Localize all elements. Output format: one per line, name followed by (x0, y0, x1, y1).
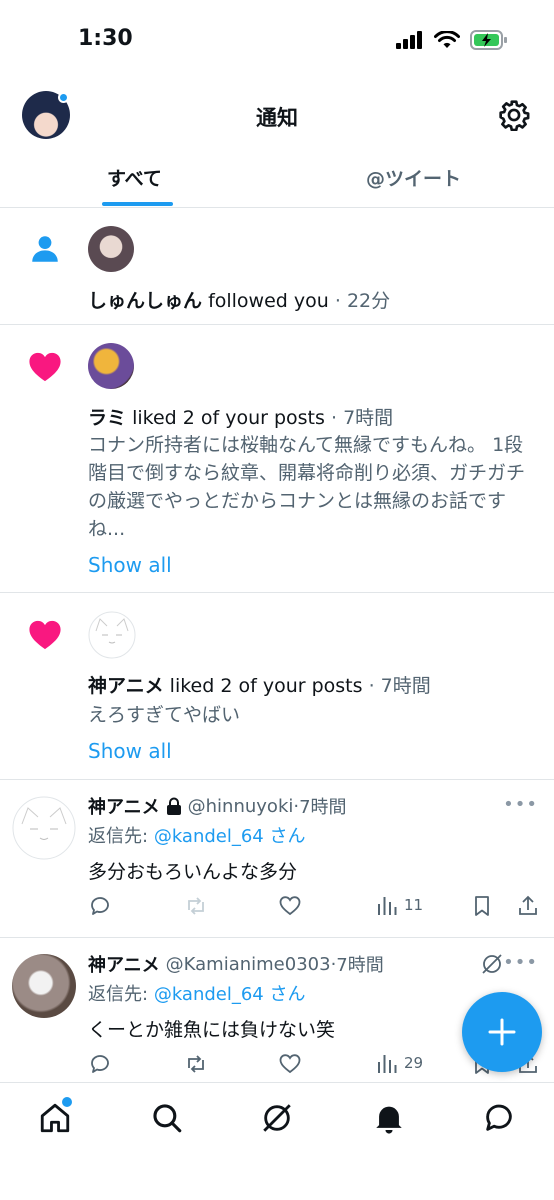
like-button[interactable] (278, 1052, 302, 1076)
heart-icon (29, 620, 61, 650)
separator: · (334, 290, 341, 312)
views-button[interactable]: 11 (376, 894, 423, 916)
timestamp: 7時間 (299, 797, 347, 818)
reply-context: 返信先: @kandel_64 さん (88, 822, 306, 848)
tweet-text: 多分おもろいんよな多分 (88, 861, 298, 883)
reply-tweet[interactable]: 神アニメ @hinnuyoki · 7時間 ••• 返信先: @kandel_64 … (0, 780, 554, 938)
notifications-bell-icon[interactable] (372, 1101, 406, 1135)
notification-action: followed you (208, 290, 329, 312)
timestamp: 22分 (346, 290, 391, 312)
heart-outline-icon (279, 1054, 301, 1074)
compose-button[interactable] (462, 992, 542, 1072)
notification-text: ラミ liked 2 of your posts · 7時間 (88, 403, 393, 430)
user-name[interactable]: しゅんしゅん (88, 290, 202, 312)
gear-icon[interactable] (498, 99, 530, 131)
user-name[interactable]: 神アニメ (88, 951, 160, 977)
like-button[interactable] (278, 894, 302, 918)
user-avatar[interactable] (88, 343, 134, 389)
notification-action: liked 2 of your posts (169, 675, 363, 697)
header: 通知 (0, 80, 554, 150)
user-avatar[interactable] (12, 954, 76, 1018)
unread-dot (62, 1097, 72, 1107)
bottom-nav (0, 1082, 554, 1200)
tweet-actions: 11 (88, 894, 540, 924)
separator: · (368, 675, 375, 697)
views-icon (378, 897, 397, 915)
battery-charging-icon (470, 30, 507, 50)
views-count: 29 (404, 1054, 424, 1072)
notification-text: しゅんしゅん followed you · 22分 (88, 286, 390, 313)
user-name[interactable]: 神アニメ (88, 675, 164, 697)
views-button[interactable]: 29 (376, 1052, 423, 1074)
timestamp: 7時間 (336, 955, 384, 976)
notification-like[interactable]: 神アニメ liked 2 of your posts · 7時間 えろすぎてやば… (0, 593, 554, 780)
grok-icon[interactable] (260, 1101, 294, 1135)
user-handle[interactable]: @hinnuyoki (188, 796, 294, 817)
bookmark-icon[interactable] (470, 894, 494, 918)
separator: · (330, 407, 338, 429)
person-icon (32, 236, 58, 262)
reply-icon (91, 1055, 109, 1073)
views-count: 11 (404, 896, 424, 914)
search-icon[interactable] (150, 1101, 184, 1135)
signal-icon (396, 31, 422, 49)
post-snippet: えろすぎてやばい (88, 704, 241, 726)
show-all-link[interactable]: Show all (88, 553, 172, 577)
notification-follow[interactable]: しゅんしゅん followed you · 22分 (0, 208, 554, 325)
more-options-icon[interactable]: ••• (503, 952, 538, 973)
reply-prefix: 返信先: (88, 826, 149, 847)
tweet-text: くーとか雑魚には負けない笑 (88, 1019, 336, 1041)
more-options-icon[interactable]: ••• (503, 794, 538, 815)
page-title: 通知 (256, 106, 298, 130)
heart-outline-icon (279, 896, 301, 916)
reply-to-link[interactable]: @kandel_64 さん (154, 826, 306, 847)
wifi-icon (434, 30, 460, 48)
lock-icon (166, 797, 181, 815)
retweet-button[interactable] (184, 1052, 208, 1076)
reply-to-link[interactable]: @kandel_64 さん (154, 984, 306, 1005)
retweet-button (184, 894, 208, 918)
user-name[interactable]: ラミ (88, 407, 126, 429)
notification-tabs: すべて @ツイート (0, 150, 554, 208)
tab-mentions[interactable]: @ツイート (366, 164, 461, 191)
views-icon (378, 1055, 397, 1073)
show-all-link[interactable]: Show all (88, 739, 172, 763)
status-icons (396, 30, 508, 50)
status-bar: 1:30 (0, 0, 554, 80)
reply-button[interactable] (88, 894, 112, 918)
timestamp: 7時間 (343, 407, 394, 429)
notification-action: liked 2 of your posts (132, 407, 325, 429)
retweet-icon (188, 1055, 204, 1073)
reply-icon (91, 897, 109, 915)
tweet-header: 神アニメ @hinnuyoki · 7時間 (88, 793, 347, 819)
notification-text: 神アニメ liked 2 of your posts · 7時間 (88, 671, 431, 698)
user-avatar[interactable] (88, 611, 136, 659)
timestamp: 7時間 (380, 675, 431, 697)
reply-button[interactable] (88, 1052, 112, 1076)
share-icon[interactable] (516, 894, 540, 918)
heart-icon (29, 352, 61, 382)
reply-context: 返信先: @kandel_64 さん (88, 980, 306, 1006)
user-handle[interactable]: @Kamianime0303 (166, 954, 331, 975)
retweet-icon (188, 897, 204, 915)
notification-like[interactable]: ラミ liked 2 of your posts · 7時間 コナン所持者には桜… (0, 325, 554, 593)
post-snippet: コナン所持者には桜軸なんて無縁ですもんね。 1段階目で倒すなら紋章、開幕将命削り… (88, 434, 526, 540)
grok-icon[interactable] (480, 952, 504, 976)
reply-prefix: 返信先: (88, 984, 149, 1005)
active-tab-indicator (102, 202, 173, 206)
user-name[interactable]: 神アニメ (88, 793, 160, 819)
messages-icon[interactable] (482, 1101, 516, 1135)
user-avatar[interactable] (88, 226, 134, 272)
tab-all[interactable]: すべて (107, 164, 162, 191)
tweet-header: 神アニメ @Kamianime0303 · 7時間 (88, 951, 384, 977)
status-time: 1:30 (78, 26, 133, 51)
user-avatar[interactable] (12, 796, 76, 860)
plus-icon (488, 1018, 516, 1046)
